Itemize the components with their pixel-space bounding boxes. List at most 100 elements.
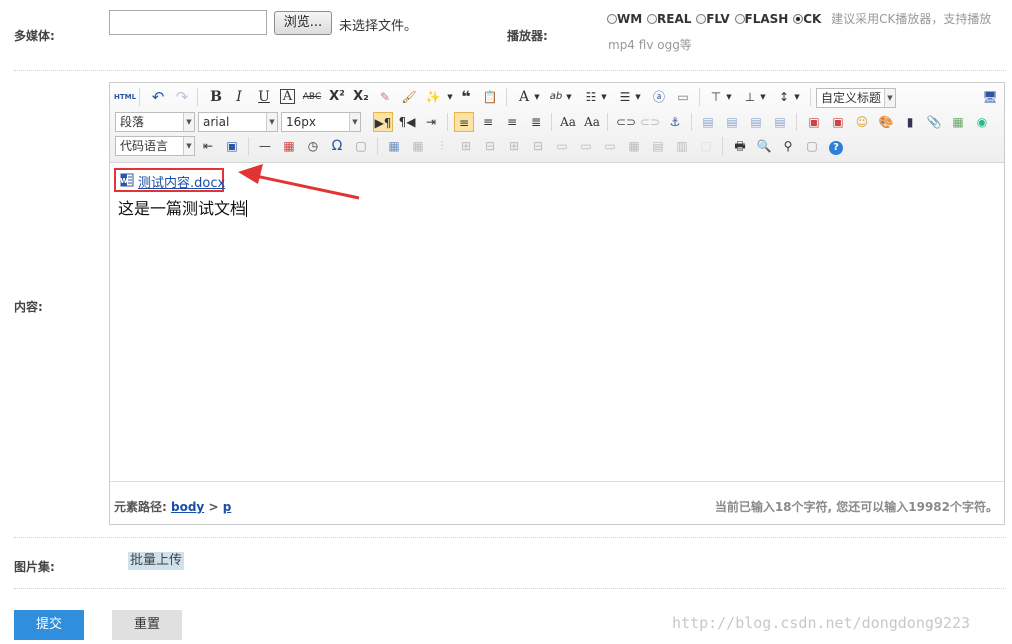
simple-upload-icon[interactable]: ▣ xyxy=(804,112,824,132)
chevron-down-icon[interactable]: ▼ xyxy=(532,87,542,107)
unordered-list-icon[interactable]: ☰ xyxy=(615,87,635,107)
line-height-icon[interactable]: ↕ xyxy=(774,87,794,107)
font-family-select[interactable]: arial ▼ xyxy=(198,112,278,132)
chevron-down-icon[interactable]: ▼ xyxy=(445,87,455,107)
paragraph-format-select[interactable]: 段落 ▼ xyxy=(115,112,195,132)
chevron-down-icon[interactable]: ▼ xyxy=(758,87,768,107)
horizontal-rule-icon[interactable]: — xyxy=(255,136,275,156)
clear-doc-icon[interactable]: ▭ xyxy=(673,87,693,107)
search-replace-icon[interactable]: ⚲ xyxy=(778,136,798,156)
redo-icon[interactable]: ↷ xyxy=(172,87,192,107)
auto-typeset-icon[interactable]: ✨ xyxy=(423,87,443,107)
font-size-select[interactable]: 16px ▼ xyxy=(281,112,361,132)
merge-cells-icon[interactable]: ▭ xyxy=(552,136,572,156)
align-right-icon[interactable]: ≡ xyxy=(502,112,522,132)
batch-upload-button[interactable]: 批量上传 xyxy=(128,552,185,570)
italic-icon[interactable]: I xyxy=(229,87,249,107)
link-icon[interactable]: ⊂⊃ xyxy=(616,112,636,132)
reset-button[interactable]: 重置 xyxy=(112,610,182,640)
font-border-icon[interactable]: A xyxy=(280,89,295,104)
image-center-icon[interactable]: ▤ xyxy=(770,112,790,132)
radio-flash[interactable]: FLASH xyxy=(734,12,788,26)
insert-paragraph-before-table-icon[interactable]: ⫶ xyxy=(432,136,452,156)
code-language-select[interactable]: 代码语言 ▼ xyxy=(115,136,195,156)
subscript-icon[interactable]: X₂ xyxy=(351,87,371,107)
bold-icon[interactable]: B xyxy=(206,87,226,107)
path-p-link[interactable]: p xyxy=(223,500,232,514)
submit-button[interactable]: 提交 xyxy=(14,610,84,640)
merge-right-icon[interactable]: ▭ xyxy=(576,136,596,156)
anchor-icon[interactable]: ⚓ xyxy=(665,112,685,132)
radio-flv[interactable]: FLV xyxy=(696,12,730,26)
uppercase-icon[interactable]: Aa xyxy=(558,112,578,132)
undo-icon[interactable]: ↶ xyxy=(148,87,168,107)
delete-table-icon[interactable]: ▦ xyxy=(408,136,428,156)
image-right-icon[interactable]: ▤ xyxy=(746,112,766,132)
superscript-icon[interactable]: X² xyxy=(327,87,347,107)
file-path-input[interactable] xyxy=(109,10,267,35)
strikethrough-icon[interactable]: ABC xyxy=(302,87,322,107)
align-left-icon[interactable]: ≡ xyxy=(454,112,474,132)
radio-wm[interactable]: WM xyxy=(607,12,642,26)
paste-plain-icon[interactable]: 📋 xyxy=(480,87,500,107)
insert-table-icon[interactable]: ▦ xyxy=(384,136,404,156)
underline-icon[interactable]: U xyxy=(254,87,274,107)
chevron-down-icon[interactable]: ▼ xyxy=(792,87,802,107)
template-icon[interactable]: ▣ xyxy=(222,136,242,156)
row-spacing-bottom-icon[interactable]: ⊥ xyxy=(740,87,760,107)
radio-real[interactable]: REAL xyxy=(647,12,691,26)
background-color-icon[interactable]: ab xyxy=(546,87,566,107)
ordered-list-icon[interactable]: ☷ xyxy=(581,87,601,107)
rtl-direction-icon[interactable]: ¶◀ xyxy=(397,112,417,132)
image-left-icon[interactable]: ▤ xyxy=(722,112,742,132)
chevron-down-icon[interactable]: ▼ xyxy=(633,87,643,107)
snapscreen-icon[interactable]: ▢ xyxy=(351,136,371,156)
insert-image-icon[interactable]: ▣ xyxy=(828,112,848,132)
fullscreen-icon[interactable]: 🖥 xyxy=(980,87,1000,107)
attachment-icon[interactable]: 📎 xyxy=(924,112,944,132)
insert-video-icon[interactable]: ▮ xyxy=(900,112,920,132)
insert-col-icon[interactable]: ⊞ xyxy=(504,136,524,156)
split-to-rows-icon[interactable]: ▤ xyxy=(648,136,668,156)
split-to-cells-icon[interactable]: ▦ xyxy=(624,136,644,156)
justify-icon[interactable]: ≣ xyxy=(526,112,546,132)
special-chars-icon[interactable]: Ω xyxy=(327,136,347,156)
attachment-link[interactable]: 测试内容.docx xyxy=(138,172,225,191)
lowercase-icon[interactable]: Aa xyxy=(582,112,602,132)
page-break-icon[interactable]: ⇤ xyxy=(198,136,218,156)
browse-button[interactable]: 浏览... xyxy=(274,11,332,35)
html-source-button[interactable]: HTML xyxy=(114,87,136,107)
chevron-down-icon[interactable]: ▼ xyxy=(564,87,574,107)
align-center-icon[interactable]: ≡ xyxy=(478,112,498,132)
select-all-icon[interactable]: ⓐ xyxy=(649,87,669,107)
radio-ck[interactable]: CK xyxy=(793,12,821,26)
indent-icon[interactable]: ⇥ xyxy=(421,112,441,132)
delete-col-icon[interactable]: ⊟ xyxy=(528,136,548,156)
delete-row-icon[interactable]: ⊟ xyxy=(480,136,500,156)
insert-row-icon[interactable]: ⊞ xyxy=(456,136,476,156)
image-none-icon[interactable]: ▤ xyxy=(698,112,718,132)
custom-heading-select[interactable]: 自定义标题 ▼ xyxy=(816,88,896,108)
blockquote-icon[interactable]: ❝ xyxy=(456,87,476,107)
scrawl-icon[interactable]: 🎨 xyxy=(876,112,896,132)
format-brush-icon[interactable]: 🖌 xyxy=(399,87,419,107)
print-icon[interactable]: 🖶 xyxy=(730,136,750,156)
unlink-icon[interactable]: ⊂⊃ xyxy=(640,112,660,132)
row-spacing-top-icon[interactable]: ⊤ xyxy=(706,87,726,107)
preview-icon[interactable]: 🔍 xyxy=(754,136,774,156)
time-icon[interactable]: ◷ xyxy=(303,136,323,156)
eraser-icon[interactable]: ✎ xyxy=(375,87,395,107)
map-icon[interactable]: ▦ xyxy=(948,112,968,132)
merge-down-icon[interactable]: ▭ xyxy=(600,136,620,156)
gmap-icon[interactable]: ◉ xyxy=(972,112,992,132)
chart-icon[interactable]: ▢ xyxy=(696,136,716,156)
path-body-link[interactable]: body xyxy=(171,500,204,514)
font-color-icon[interactable]: A xyxy=(514,87,534,107)
help-icon[interactable]: ? xyxy=(826,136,846,156)
chevron-down-icon[interactable]: ▼ xyxy=(599,87,609,107)
emotion-icon[interactable]: ☺ xyxy=(852,112,872,132)
split-to-cols-icon[interactable]: ▥ xyxy=(672,136,692,156)
date-icon[interactable]: ▦ xyxy=(279,136,299,156)
ltr-direction-icon[interactable]: ▶¶ xyxy=(373,112,393,132)
drafts-icon[interactable]: ▢ xyxy=(802,136,822,156)
